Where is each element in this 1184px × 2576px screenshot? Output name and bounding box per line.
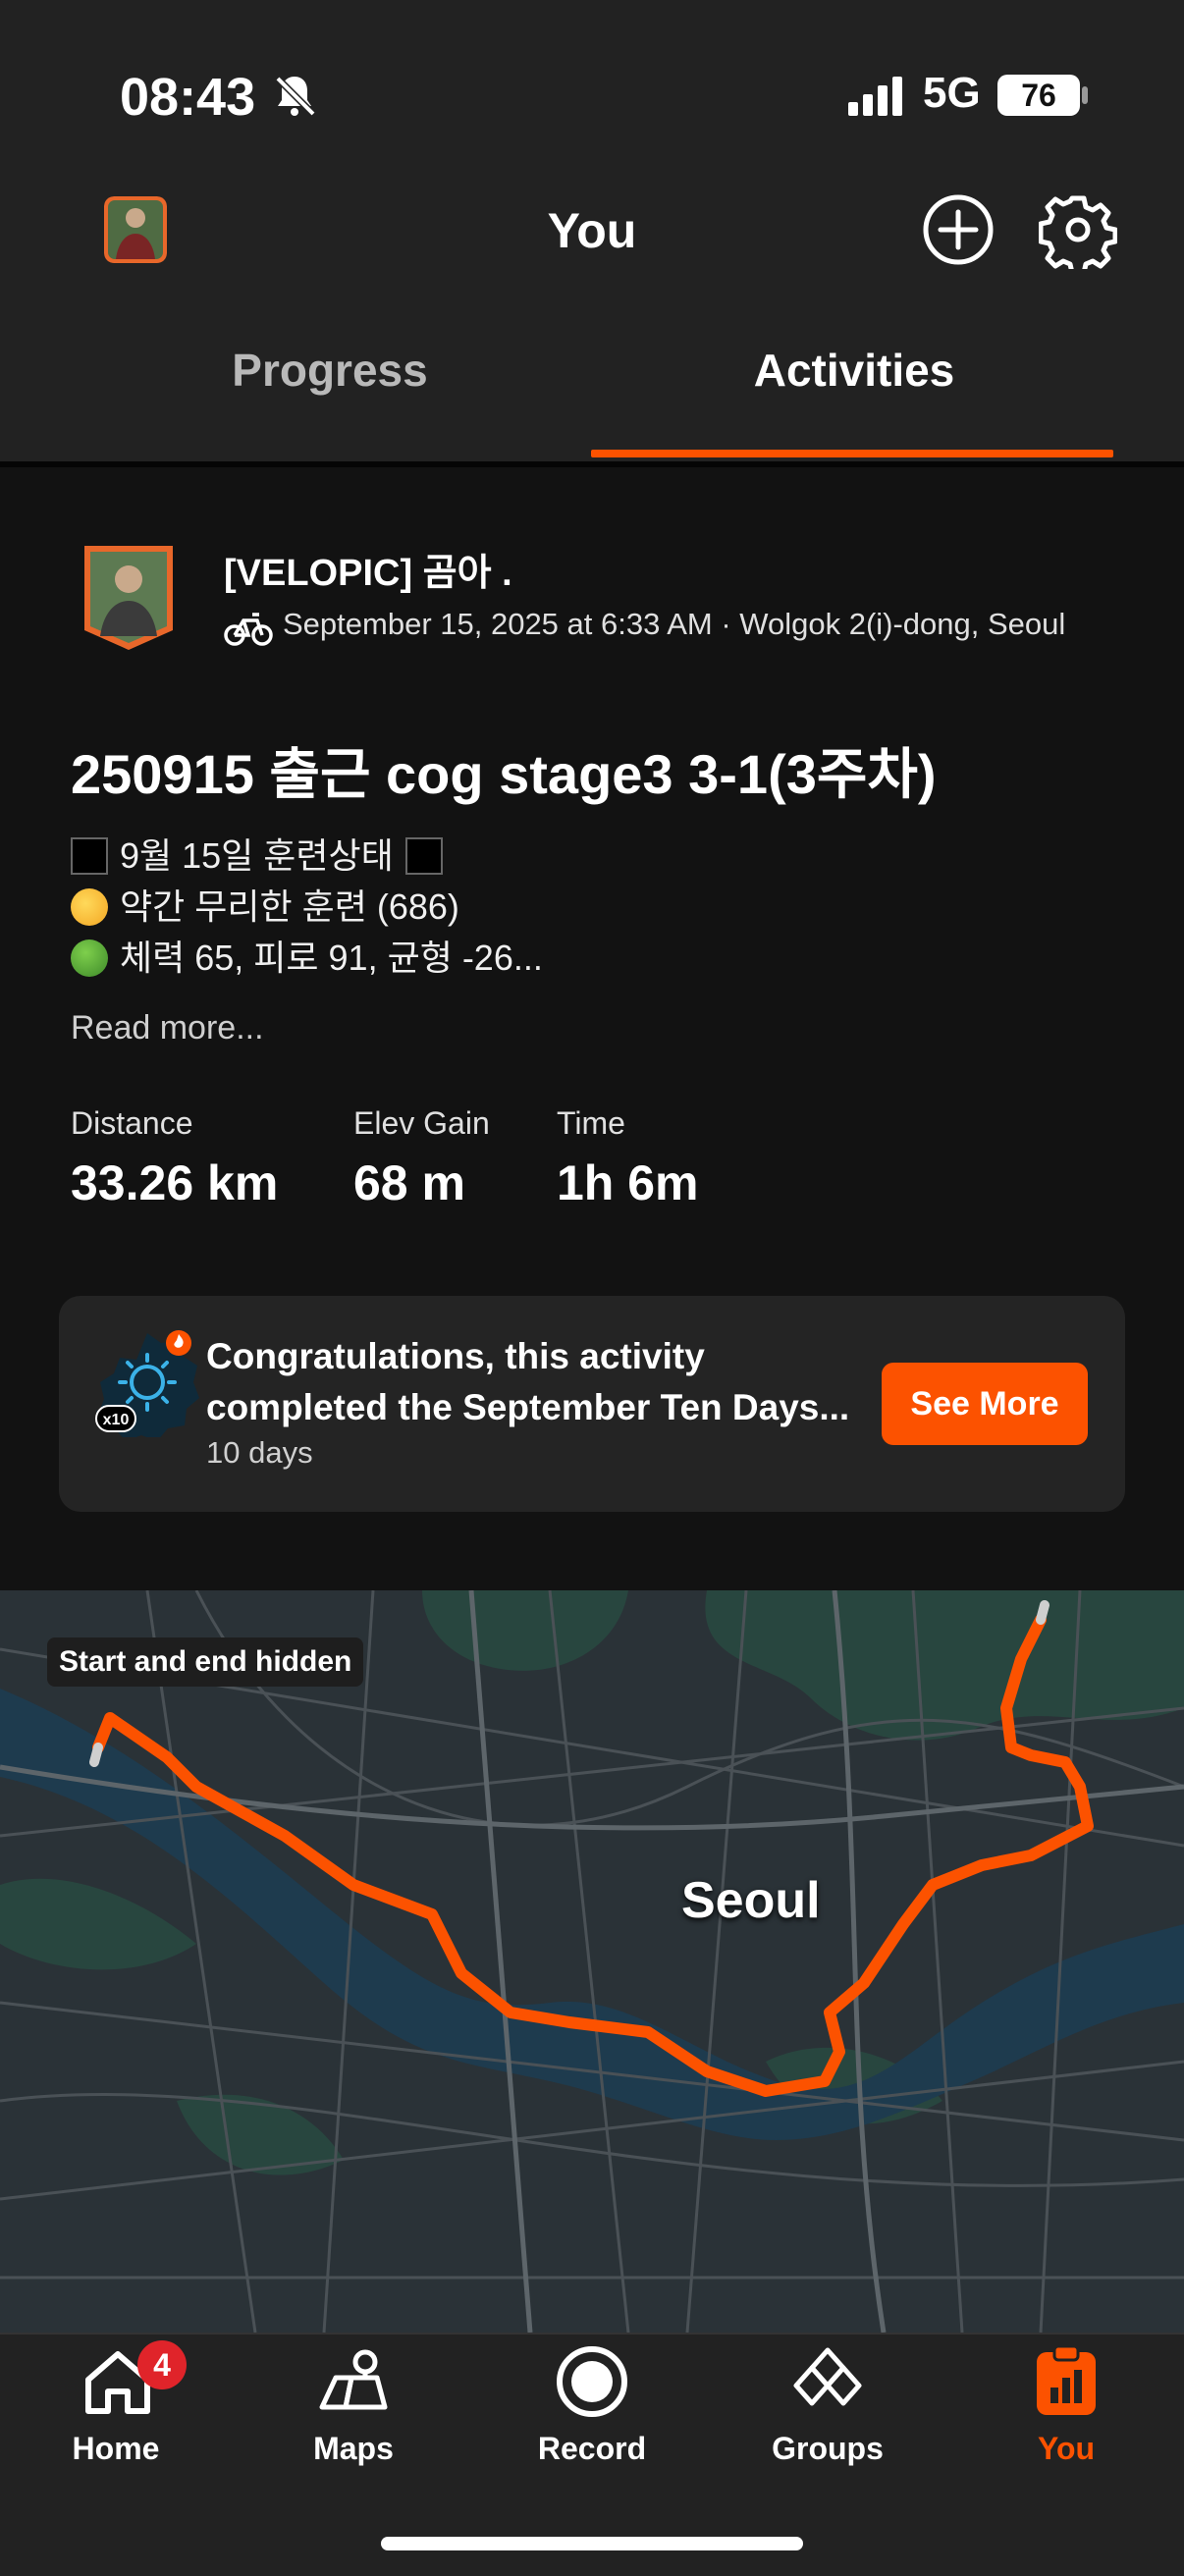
battery-tip <box>1082 86 1088 104</box>
stat-time-value: 1h 6m <box>557 1155 699 1210</box>
you-icon[interactable] <box>1027 2342 1105 2421</box>
signal-icon <box>848 77 902 116</box>
map-canvas <box>0 1590 1184 2333</box>
bike-icon <box>224 613 273 646</box>
description-line: 체력 65, 피로 91, 균형 -26... <box>120 938 543 978</box>
tab-activities[interactable]: Activities <box>589 344 1119 397</box>
status-time: 08:43 <box>120 68 256 127</box>
broccoli-emoji-icon <box>71 939 108 977</box>
maps-icon[interactable] <box>314 2342 393 2421</box>
description-line: 약간 무리한 훈련 (686) <box>120 886 459 927</box>
home-indicator[interactable] <box>381 2537 803 2550</box>
battery-indicator: 76 <box>997 75 1080 116</box>
challenge-subtitle: 10 days <box>206 1435 313 1470</box>
athlete-avatar[interactable] <box>79 542 179 652</box>
nav-groups-label[interactable]: Groups <box>729 2431 926 2467</box>
athlete-name[interactable]: [VELOPIC] 곰아 . <box>224 542 512 596</box>
challenge-badge-icon: x10 <box>95 1330 199 1437</box>
activity-title[interactable]: 250915 출근 cog stage3 3-1(3주차) <box>71 730 937 810</box>
nav-maps-label[interactable]: Maps <box>255 2431 452 2467</box>
page-title: You <box>547 203 637 258</box>
stat-time-label: Time <box>557 1105 625 1141</box>
nav-you-label[interactable]: You <box>968 2431 1164 2467</box>
record-icon[interactable] <box>553 2342 631 2421</box>
route-map[interactable] <box>0 1590 1184 2333</box>
silent-bell-icon <box>275 76 316 117</box>
stat-distance-value: 33.26 km <box>71 1155 279 1210</box>
privacy-chip: Start and end hidden <box>47 1637 364 1687</box>
activity-description: 9월 15일 훈련상태 약간 무리한 훈련 (686) 체력 65, 피로 91… <box>71 831 543 984</box>
network-type: 5G <box>923 69 981 117</box>
nav-record-label[interactable]: Record <box>494 2431 690 2467</box>
map-city-label: Seoul <box>681 1872 821 1929</box>
read-more-link[interactable]: Read more... <box>71 1009 264 1047</box>
activity-meta: September 15, 2025 at 6:33 AM · Wolgok 2… <box>283 607 1066 641</box>
description-line: 9월 15일 훈련상태 <box>120 835 394 876</box>
nav-home-label[interactable]: Home <box>18 2431 214 2467</box>
stat-elev-label: Elev Gain <box>353 1105 490 1141</box>
see-more-button[interactable]: See More <box>882 1363 1088 1445</box>
add-icon[interactable] <box>921 192 996 267</box>
groups-icon[interactable] <box>788 2342 867 2421</box>
badge-count: x10 <box>103 1412 130 1428</box>
black-square-icon <box>71 837 108 875</box>
stat-elev-value: 68 m <box>353 1155 465 1210</box>
settings-gear-icon[interactable] <box>1039 190 1117 269</box>
home-notification-badge: 4 <box>137 2340 187 2389</box>
active-tab-indicator <box>591 450 1113 457</box>
black-square-icon <box>404 837 443 875</box>
tab-progress[interactable]: Progress <box>65 344 595 397</box>
stat-distance-label: Distance <box>71 1105 193 1141</box>
challenge-title: Congratulations, this activity completed… <box>206 1336 850 1427</box>
sweat-smile-emoji-icon <box>71 888 108 926</box>
